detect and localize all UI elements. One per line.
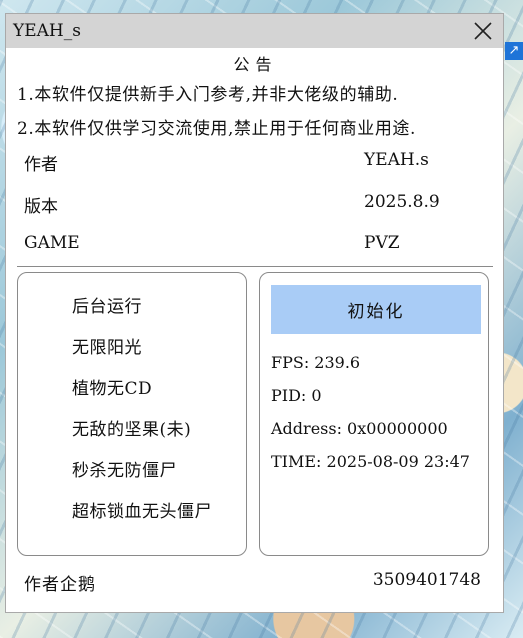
game-label: GAME <box>24 233 80 253</box>
feature-infinite-sun[interactable]: 无限阳光 <box>72 333 142 358</box>
divider <box>17 266 493 267</box>
window-title: YEAH_s <box>13 21 81 41</box>
close-icon <box>474 22 492 40</box>
feature-instakill-zombie[interactable]: 秒杀无防僵尸 <box>72 456 177 481</box>
author-label: 作者 <box>24 155 58 175</box>
time-readout: TIME: 2025-08-09 23:47 <box>271 452 470 471</box>
notice-title: 公告 <box>233 55 278 74</box>
feature-plant-no-cd[interactable]: 植物无CD <box>72 374 152 399</box>
feature-background-run[interactable]: 后台运行 <box>72 292 142 317</box>
version-label: 版本 <box>24 197 58 217</box>
status-panel: 初始化 FPS: 239.6 PID: 0 Address: 0x0000000… <box>259 272 489 556</box>
app-window: YEAH_s 公告 1.本软件仅提供新手入门参考,并非大佬级的辅助. 2.本软件… <box>5 13 504 613</box>
title-bar[interactable]: YEAH_s <box>6 14 503 48</box>
feature-lock-hp-headless-zombie[interactable]: 超标锁血无头僵尸 <box>72 497 212 522</box>
notice-line-2: 2.本软件仅供学习交流使用,禁止用于任何商业用途. <box>17 119 417 139</box>
game-value: PVZ <box>364 233 400 253</box>
init-button[interactable]: 初始化 <box>271 285 481 334</box>
address-readout: Address: 0x00000000 <box>271 419 448 438</box>
fps-readout: FPS: 239.6 <box>271 353 361 372</box>
author-qq-label: 作者企鹅 <box>24 575 96 595</box>
desktop-shortcut-arrow-icon: ↗ <box>505 42 523 60</box>
version-value: 2025.8.9 <box>364 192 440 212</box>
feature-panel: 后台运行 无限阳光 植物无CD 无敌的坚果(未) 秒杀无防僵尸 超标锁血无头僵尸 <box>17 272 247 556</box>
notice-line-1: 1.本软件仅提供新手入门参考,并非大佬级的辅助. <box>17 85 399 105</box>
author-qq-value: 3509401748 <box>372 570 481 590</box>
author-value: YEAH.s <box>364 150 429 170</box>
close-button[interactable] <box>463 14 503 48</box>
pid-readout: PID: 0 <box>271 386 322 405</box>
feature-invincible-nut[interactable]: 无敌的坚果(未) <box>72 415 191 440</box>
